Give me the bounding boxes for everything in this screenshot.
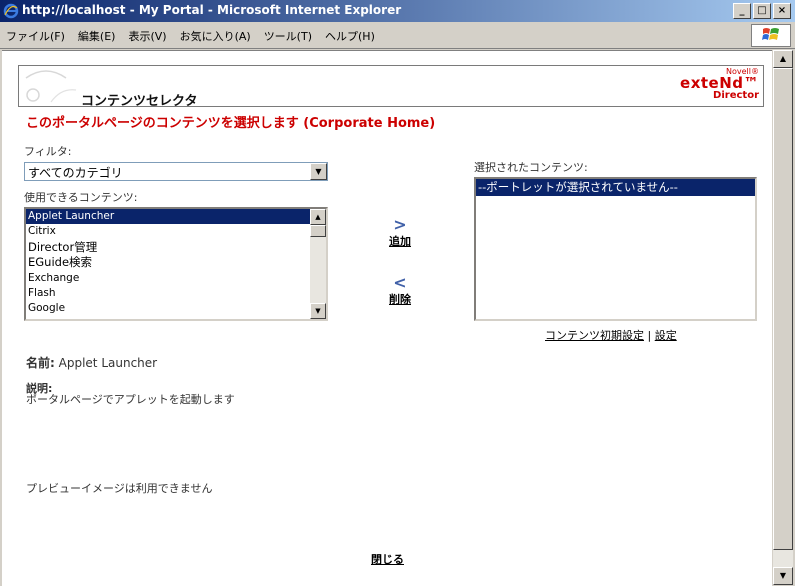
remove-label[interactable]: 削除 <box>380 291 420 307</box>
browser-window: http://localhost - My Portal - Microsoft… <box>0 0 795 586</box>
name-row: 名前: Applet Launcher <box>26 354 157 371</box>
maximize-button[interactable]: □ <box>753 3 771 19</box>
list-item[interactable]: EGuide検索 <box>26 255 326 270</box>
minimize-button[interactable]: _ <box>733 3 751 19</box>
menu-edit[interactable]: 編集(E) <box>78 28 116 44</box>
title-bar: http://localhost - My Portal - Microsoft… <box>0 0 795 22</box>
menu-tools[interactable]: ツール(T) <box>264 28 312 44</box>
menu-view[interactable]: 表示(V) <box>128 28 166 44</box>
close-window-button[interactable]: × <box>773 3 791 19</box>
page-scrollbar[interactable]: ▲ ▼ <box>773 50 793 585</box>
page-header: コンテンツセレクタ Novell® exteNd™ Director <box>18 65 764 109</box>
available-list[interactable]: Applet Launcher Citrix Director管理 EGuide… <box>24 207 328 321</box>
selected-list[interactable]: --ポートレットが選択されていません-- <box>474 177 757 321</box>
list-item[interactable]: --ポートレットが選択されていません-- <box>476 179 755 196</box>
content-heading: このポータルページのコンテンツを選択します (Corporate Home) <box>26 116 436 131</box>
ie-icon <box>3 3 19 19</box>
chevron-left-icon[interactable]: < <box>380 275 420 291</box>
page-title: コンテンツセレクタ <box>81 94 198 109</box>
novell-logo: Novell® exteNd™ Director <box>680 67 759 101</box>
scroll-up-icon[interactable]: ▲ <box>773 50 793 68</box>
window-title: http://localhost - My Portal - Microsoft… <box>22 3 402 17</box>
menu-favorites[interactable]: お気に入り(A) <box>180 28 251 44</box>
scroll-down-icon[interactable]: ▼ <box>310 303 326 319</box>
chevron-down-icon[interactable]: ▼ <box>310 163 327 180</box>
name-label: 名前: <box>26 356 55 370</box>
scroll-up-icon[interactable]: ▲ <box>310 209 326 225</box>
preview-message: プレビューイメージは利用できません <box>26 482 213 495</box>
filter-value: すべてのカテゴリ <box>28 166 123 180</box>
menu-file[interactable]: ファイル(F) <box>6 28 65 44</box>
available-label: 使用できるコンテンツ: <box>24 191 138 204</box>
link-separator: | <box>647 329 652 342</box>
add-button[interactable]: > 追加 <box>380 217 420 249</box>
list-item[interactable]: Google <box>26 301 326 316</box>
remove-button[interactable]: < 削除 <box>380 275 420 307</box>
settings-link[interactable]: 設定 <box>655 329 677 342</box>
scroll-thumb[interactable] <box>773 68 793 550</box>
scroll-down-icon[interactable]: ▼ <box>773 567 793 585</box>
menu-help[interactable]: ヘルプ(H) <box>325 28 375 44</box>
windows-logo-icon <box>751 24 791 47</box>
list-item[interactable]: Director管理 <box>26 240 326 255</box>
list-scrollbar[interactable]: ▲ ▼ <box>310 209 326 319</box>
list-item[interactable]: Flash <box>26 286 326 301</box>
scroll-thumb[interactable] <box>310 225 326 237</box>
close-link[interactable]: 閉じる <box>371 551 404 567</box>
menu-bar: ファイル(F) 編集(E) 表示(V) お気に入り(A) ツール(T) ヘルプ(… <box>0 22 795 49</box>
chevron-right-icon[interactable]: > <box>380 217 420 233</box>
settings-links: コンテンツ初期設定 | 設定 <box>545 327 677 343</box>
description-value: ポータルページでアプレットを起動します <box>26 393 235 406</box>
add-label[interactable]: 追加 <box>380 233 420 249</box>
filter-label: フィルタ: <box>24 145 72 158</box>
filter-select[interactable]: すべてのカテゴリ ▼ <box>24 162 328 181</box>
name-value: Applet Launcher <box>58 356 158 370</box>
selected-label: 選択されたコンテンツ: <box>474 161 588 174</box>
page-content: コンテンツセレクタ Novell® exteNd™ Director このポータ… <box>2 50 772 586</box>
list-item[interactable]: Citrix <box>26 224 326 239</box>
content-defaults-link[interactable]: コンテンツ初期設定 <box>545 329 644 342</box>
list-item[interactable]: Exchange <box>26 271 326 286</box>
list-item[interactable]: Applet Launcher <box>26 209 310 225</box>
